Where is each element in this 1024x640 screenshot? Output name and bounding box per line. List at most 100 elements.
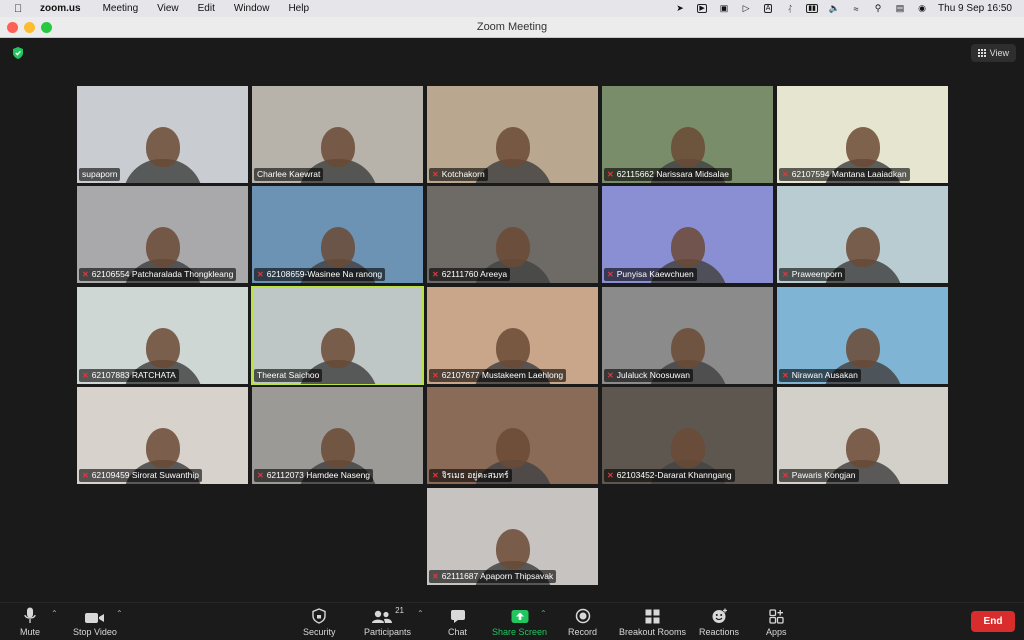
- participant-video-tile[interactable]: ✕ Praweenporn: [777, 186, 948, 283]
- participant-video-tile[interactable]: ✕ 62111760 Areeya: [427, 186, 598, 283]
- participant-silhouette-head: [495, 126, 530, 167]
- participant-video-tile[interactable]: ✕ จิรเมธ อยู่คะสมทร์: [427, 387, 598, 484]
- participant-silhouette-head: [320, 226, 355, 267]
- view-button[interactable]: View: [970, 44, 1016, 62]
- siri-icon[interactable]: ◉: [916, 3, 928, 14]
- participant-video-tile[interactable]: ✕ 62109459 Sirorat Suwanthip: [77, 387, 248, 484]
- participant-name: 62111687 Apaporn Thipsavak: [441, 571, 554, 581]
- mute-button[interactable]: Mute: [20, 606, 40, 637]
- breakout-rooms-button[interactable]: Breakout Rooms: [619, 606, 686, 637]
- participant-video-tile[interactable]: ✕ 62106554 Patcharalada Thongkleang: [77, 186, 248, 283]
- participant-name: 62108659-Wasinee Na ranong: [266, 269, 383, 279]
- menu-view[interactable]: View: [157, 3, 179, 14]
- participant-name-tag: ✕ 62107594 Mantana Laaiadkan: [779, 168, 910, 181]
- participant-silhouette-head: [670, 327, 705, 368]
- participant-video-tile[interactable]: ✕ 62107677 Mustakeem Laehlong: [427, 287, 598, 384]
- mic-muted-icon: ✕: [782, 371, 789, 380]
- record-icon: [575, 606, 591, 624]
- participant-video-tile[interactable]: ✕ 62107594 Mantana Laaiadkan: [777, 86, 948, 183]
- participant-name-tag: Theerat Saichoo: [254, 369, 323, 382]
- participant-video-tile[interactable]: ✕ 62108659-Wasinee Na ranong: [252, 186, 423, 283]
- wifi-icon[interactable]: ≈: [850, 4, 862, 14]
- apple-menu-icon[interactable]: : [14, 3, 28, 15]
- participant-name-tag: ✕ Julaluck Noosuwan: [604, 369, 693, 382]
- encryption-shield-icon[interactable]: [11, 46, 25, 60]
- audio-options-chevron-icon[interactable]: ⌃: [51, 609, 58, 618]
- apps-button[interactable]: Apps: [766, 606, 787, 637]
- participant-video-tile[interactable]: ✕ Nirawan Ausakan: [777, 287, 948, 384]
- share-screen-button[interactable]: Share Screen: [492, 606, 547, 637]
- status-area: ➤ ▶ ▣ ▷ A ᛮ ▮▮ 🔈 ≈ ⚲ ▤ ◉ Thu 9 Sep 16:50: [674, 0, 1012, 17]
- telegram-icon[interactable]: ➤: [674, 3, 686, 14]
- mic-muted-icon: ✕: [607, 170, 614, 179]
- menu-clock[interactable]: Thu 9 Sep 16:50: [938, 3, 1012, 14]
- end-meeting-button[interactable]: End: [971, 611, 1015, 632]
- participant-video-tile[interactable]: ✕ 62111687 Apaporn Thipsavak: [427, 488, 598, 585]
- reactions-button[interactable]: Reactions: [699, 606, 739, 637]
- participant-name-tag: ✕ Kotchakorn: [429, 168, 488, 181]
- video-camera-icon: [84, 606, 105, 624]
- view-button-label: View: [989, 48, 1009, 58]
- participant-video-tile[interactable]: supaporn: [77, 86, 248, 183]
- participants-button[interactable]: 21 Participants: [364, 606, 411, 637]
- participant-video-tile[interactable]: ✕ Pawaris Kongjan: [777, 387, 948, 484]
- zoom-status-icon[interactable]: ▶: [696, 4, 708, 14]
- screen-icon[interactable]: ▣: [718, 3, 730, 14]
- participant-name: 62107594 Mantana Laaiadkan: [791, 169, 907, 179]
- control-center-icon[interactable]: ▤: [894, 3, 906, 14]
- apps-label: Apps: [766, 627, 787, 637]
- participant-silhouette-head: [670, 226, 705, 267]
- share-options-chevron-icon[interactable]: ⌃: [540, 609, 547, 618]
- participant-name: 62112073 Hamdee Naseng: [266, 470, 371, 480]
- participant-silhouette-head: [670, 427, 705, 468]
- video-options-chevron-icon[interactable]: ⌃: [116, 609, 123, 618]
- participant-video-tile[interactable]: ✕ 62115662 Narissara Midsalae: [602, 86, 773, 183]
- battery-icon[interactable]: ▮▮: [806, 4, 818, 14]
- apps-icon: [769, 606, 784, 624]
- participants-icon: 21: [371, 606, 404, 624]
- volume-icon[interactable]: 🔈: [828, 3, 840, 14]
- participant-video-tile[interactable]: ✕ Kotchakorn: [427, 86, 598, 183]
- record-button[interactable]: Record: [568, 606, 597, 637]
- menu-window[interactable]: Window: [234, 3, 270, 14]
- participant-name: Theerat Saichoo: [257, 370, 320, 380]
- chat-label: Chat: [448, 627, 468, 637]
- participant-video-tile[interactable]: ✕ Punyisa Kaewchuen: [602, 186, 773, 283]
- menu-app-name[interactable]: zoom.us: [40, 3, 81, 14]
- participant-silhouette-head: [845, 327, 880, 368]
- participant-video-tile[interactable]: Charlee Kaewrat: [252, 86, 423, 183]
- security-shield-icon: [312, 606, 326, 624]
- participant-name-tag: ✕ 62106554 Patcharalada Thongkleang: [79, 268, 237, 281]
- share-screen-label: Share Screen: [492, 627, 548, 637]
- emoji-smile-icon: [711, 606, 728, 624]
- menu-edit[interactable]: Edit: [198, 3, 215, 14]
- participant-name-tag: ✕ Nirawan Ausakan: [779, 369, 861, 382]
- participant-video-tile[interactable]: ✕ 62103452-Dararat Khanngang: [602, 387, 773, 484]
- participant-video-tile[interactable]: ✕ Julaluck Noosuwan: [602, 287, 773, 384]
- chat-button[interactable]: Chat: [448, 606, 467, 637]
- breakout-rooms-label: Breakout Rooms: [619, 627, 687, 637]
- security-button[interactable]: Security: [303, 606, 336, 637]
- menu-meeting[interactable]: Meeting: [103, 3, 139, 14]
- text-icon[interactable]: A: [762, 4, 774, 14]
- participant-video-tile[interactable]: Theerat Saichoo: [251, 286, 424, 385]
- mic-muted-icon: ✕: [782, 471, 789, 480]
- bluetooth-icon[interactable]: ᛮ: [784, 4, 796, 14]
- microphone-icon: [24, 606, 36, 624]
- participant-silhouette-head: [320, 427, 355, 468]
- participant-name: 62106554 Patcharalada Thongkleang: [91, 269, 234, 279]
- security-label: Security: [303, 627, 336, 637]
- stop-video-button[interactable]: Stop Video: [73, 606, 117, 637]
- menu-help[interactable]: Help: [288, 3, 309, 14]
- spotlight-search-icon[interactable]: ⚲: [872, 3, 884, 14]
- mic-muted-icon: ✕: [432, 572, 439, 581]
- participant-name-tag: ✕ 62115662 Narissara Midsalae: [604, 168, 733, 181]
- participant-video-tile[interactable]: ✕ 62112073 Hamdee Naseng: [252, 387, 423, 484]
- breakout-rooms-icon: [645, 606, 660, 624]
- participant-name-tag: supaporn: [79, 168, 121, 181]
- participant-name: 62107883 RATCHATA: [91, 370, 176, 380]
- play-icon[interactable]: ▷: [740, 3, 752, 14]
- participant-video-tile[interactable]: ✕ 62107883 RATCHATA: [77, 287, 248, 384]
- participants-options-chevron-icon[interactable]: ⌃: [417, 609, 424, 618]
- reactions-label: Reactions: [699, 627, 740, 637]
